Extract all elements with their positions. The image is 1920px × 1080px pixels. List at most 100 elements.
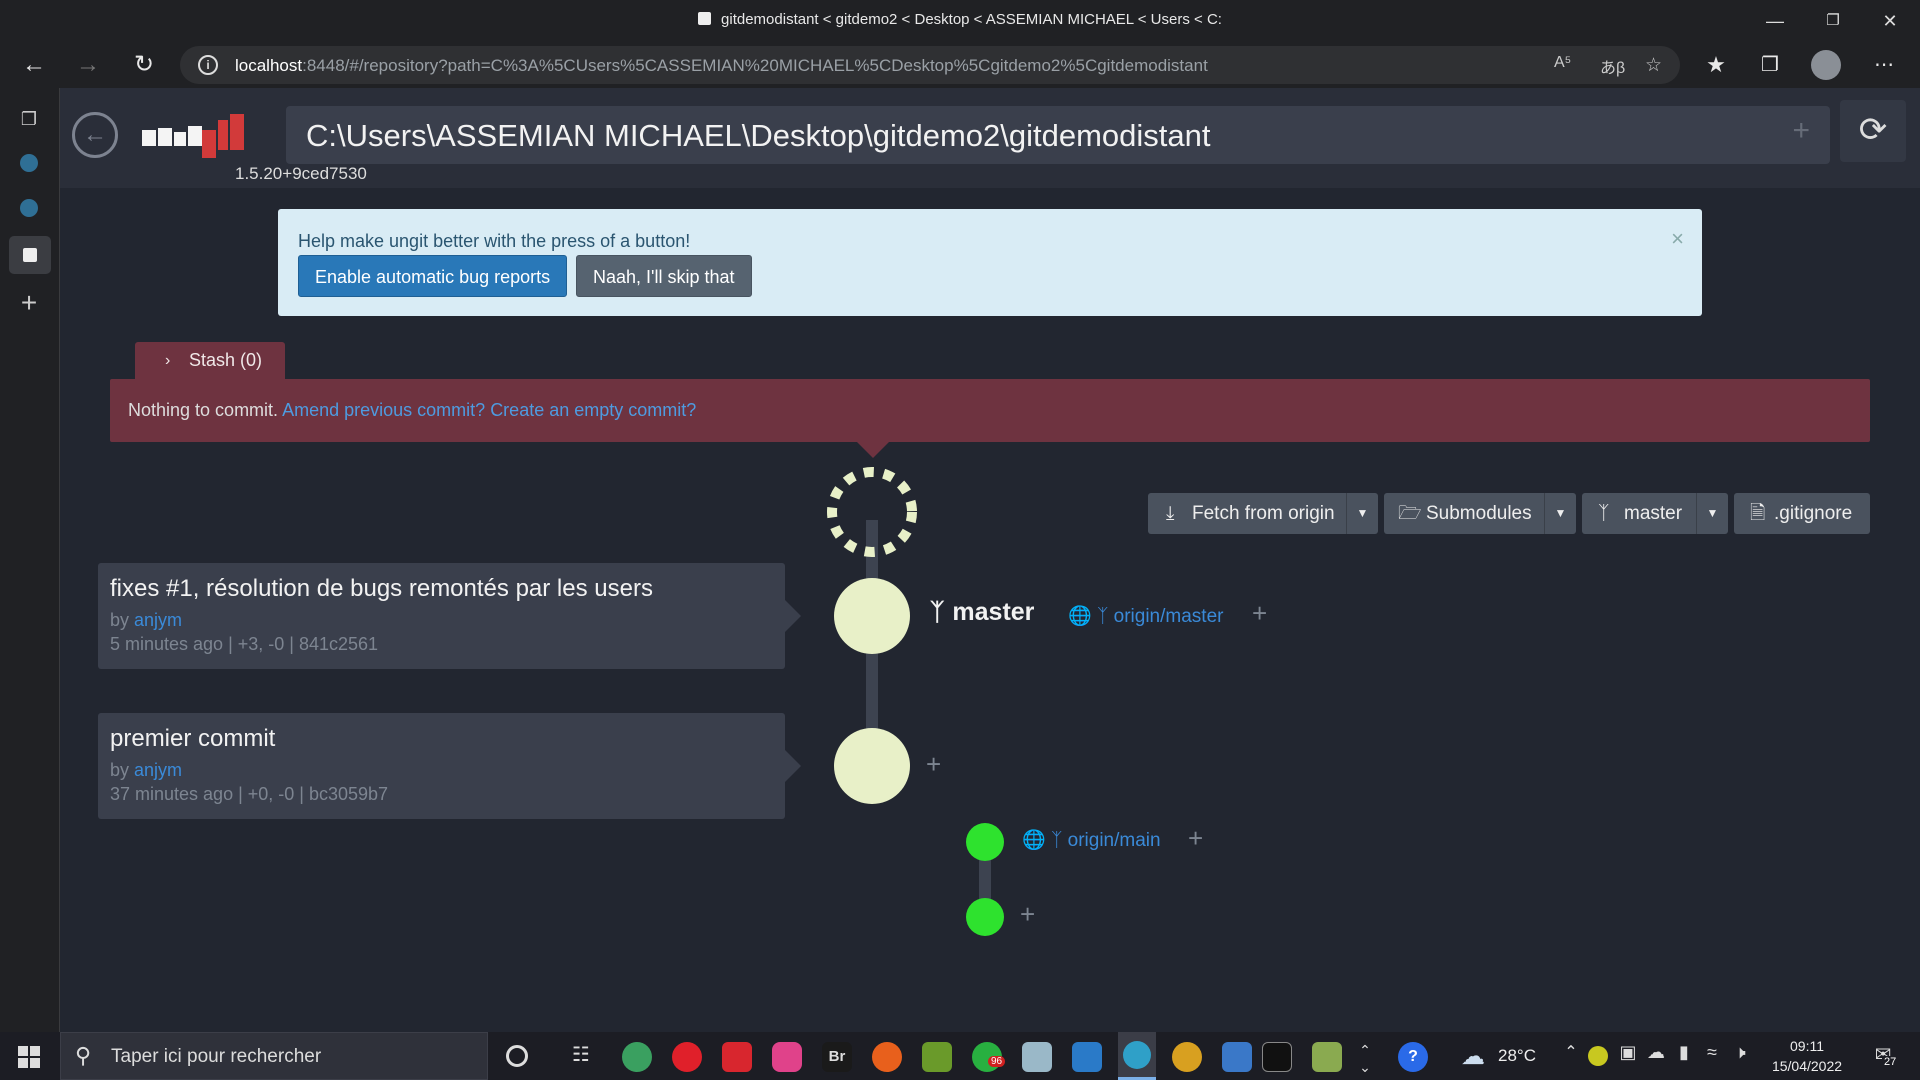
system-clock[interactable]: 09:11 15/04/2022 xyxy=(1762,1036,1852,1076)
fetch-label: Fetch from origin xyxy=(1192,503,1335,524)
branch-icon: ᛉ xyxy=(930,599,945,626)
creative-cloud-icon[interactable] xyxy=(772,1042,802,1072)
commit-card[interactable]: fixes #1, résolution de bugs remontés pa… xyxy=(98,563,801,669)
onedrive-icon[interactable]: ☁ xyxy=(1644,1042,1668,1072)
restore-button[interactable]: ❐ xyxy=(1813,6,1853,36)
commit-author-link[interactable]: anjym xyxy=(134,760,182,780)
local-branch-ref[interactable]: ᛉ master xyxy=(930,598,1034,627)
submodules-dropdown-chevron-icon[interactable]: ▼ xyxy=(1544,493,1576,534)
add-ref-plus-icon[interactable]: + xyxy=(1252,598,1267,629)
favorites-icon[interactable]: ★ xyxy=(1700,50,1732,80)
new-tab-plus-icon[interactable]: + xyxy=(16,289,42,317)
tray-overflow-chevron-icon[interactable]: ⌃ xyxy=(1556,1042,1586,1072)
forward-arrow-icon[interactable]: → xyxy=(72,50,104,80)
browser-toolbar: ← → ↻ i localhost:8448/#/repository?path… xyxy=(0,42,1920,88)
working-tree-node[interactable] xyxy=(827,467,917,557)
remote-commit-node-2[interactable] xyxy=(966,898,1004,936)
add-path-plus-icon[interactable]: + xyxy=(1792,114,1810,148)
add-ref-plus-icon-4[interactable]: + xyxy=(1020,899,1035,930)
commit-node-2[interactable] xyxy=(834,728,910,804)
clock-time: 09:11 xyxy=(1790,1038,1824,1054)
app-blue-icon[interactable] xyxy=(1072,1042,1102,1072)
task-view-icon[interactable]: ☷ xyxy=(566,1042,596,1072)
search-placeholder: Taper ici pour rechercher xyxy=(111,1046,322,1067)
battery-icon[interactable]: ▮ xyxy=(1672,1042,1696,1072)
tab-actions-icon[interactable]: ❐ xyxy=(16,106,42,132)
empty-commit-link[interactable]: Create an empty commit? xyxy=(490,400,696,420)
gitignore-button[interactable]: 🗎 .gitignore xyxy=(1734,493,1870,534)
taskbar-scroll-icon[interactable]: ⌃ ⌄ xyxy=(1356,1042,1374,1075)
minimize-button[interactable]: — xyxy=(1755,6,1795,36)
notification-center-icon[interactable]: ✉ 27 xyxy=(1868,1042,1899,1072)
taskbar-search-box[interactable]: ⚲ Taper ici pour rechercher xyxy=(60,1032,488,1080)
folder-icon: 🗁 xyxy=(1398,503,1422,524)
back-to-home-icon[interactable]: ← xyxy=(72,112,118,158)
fetch-dropdown-chevron-icon[interactable]: ▼ xyxy=(1346,493,1378,534)
commit-card[interactable]: premier commit by anjym 37 minutes ago |… xyxy=(98,713,801,819)
staging-bar: Nothing to commit. Amend previous commit… xyxy=(110,379,1870,442)
download-icon: ⤓ xyxy=(1166,503,1175,524)
tray-app-icon[interactable] xyxy=(1588,1046,1608,1066)
windows-start-icon[interactable] xyxy=(18,1046,40,1068)
weather-temperature[interactable]: 28°C xyxy=(1498,1046,1536,1066)
remote-master-name: origin/master xyxy=(1113,606,1224,627)
translate-icon[interactable]: あβ xyxy=(1600,54,1625,78)
remote-commit-node-1[interactable] xyxy=(966,823,1004,861)
bridge-icon[interactable]: Br xyxy=(822,1042,852,1072)
help-icon[interactable]: ? xyxy=(1398,1042,1428,1072)
opera-icon[interactable] xyxy=(672,1042,702,1072)
tab-page-icon xyxy=(698,12,712,25)
remote-main-ref[interactable]: 🌐 ᛉ origin/main xyxy=(1022,828,1161,852)
banner-close-icon[interactable]: × xyxy=(1671,228,1684,250)
commit-title: fixes #1, résolution de bugs remontés pa… xyxy=(110,575,653,602)
chatgpt-app-icon[interactable] xyxy=(622,1042,652,1072)
commit-author-link[interactable]: anjym xyxy=(134,610,182,630)
app-red-icon[interactable] xyxy=(722,1042,752,1072)
nothing-to-commit-text: Nothing to commit. xyxy=(128,400,279,420)
enable-bug-reports-button[interactable]: Enable automatic bug reports xyxy=(298,255,568,297)
stash-toggle[interactable]: › Stash (0) xyxy=(135,342,285,379)
branch-dropdown-chevron-icon[interactable]: ▼ xyxy=(1696,493,1728,534)
commit-node-1[interactable] xyxy=(834,578,910,654)
terminal-icon[interactable] xyxy=(1262,1042,1292,1072)
wifi-icon[interactable]: ≈ xyxy=(1700,1042,1724,1072)
edge-taskbar-icon[interactable] xyxy=(1118,1032,1156,1080)
tab-edge-icon[interactable] xyxy=(16,150,42,176)
app-image-icon[interactable] xyxy=(1312,1042,1342,1072)
app-green-icon[interactable] xyxy=(922,1042,952,1072)
edge-glyph xyxy=(1123,1041,1151,1069)
amend-commit-link[interactable]: Amend previous commit? xyxy=(282,400,485,420)
branch-button[interactable]: ᛉ master ▼ xyxy=(1582,493,1728,534)
more-menu-icon[interactable]: ⋯ xyxy=(1868,50,1900,80)
refresh-icon[interactable]: ⟳ xyxy=(1840,100,1906,162)
profile-avatar[interactable] xyxy=(1810,50,1842,80)
submodules-button[interactable]: 🗁 Submodules ▼ xyxy=(1384,493,1576,534)
add-ref-plus-icon-3[interactable]: + xyxy=(1188,823,1203,854)
reload-icon[interactable]: ↻ xyxy=(128,50,160,80)
commit-by-label: by xyxy=(110,610,130,630)
remote-master-ref[interactable]: 🌐 ᛉ origin/master xyxy=(1068,604,1223,628)
skip-bug-reports-button[interactable]: Naah, I'll skip that xyxy=(576,255,752,297)
tab-ungit-active[interactable] xyxy=(9,236,51,274)
add-favorite-icon[interactable]: ☆ xyxy=(1645,54,1662,77)
url-path: :8448/#/repository?path=C%3A%5CUsers%5CA… xyxy=(302,56,1208,75)
photos-icon[interactable] xyxy=(1222,1042,1252,1072)
read-aloud-icon[interactable]: A⁵ xyxy=(1554,54,1571,72)
address-bar[interactable]: i localhost:8448/#/repository?path=C%3A%… xyxy=(180,46,1680,84)
fetch-button[interactable]: ⤓ Fetch from origin ▼ xyxy=(1148,493,1378,534)
back-arrow-icon[interactable]: ← xyxy=(18,50,50,80)
add-ref-plus-icon-2[interactable]: + xyxy=(926,749,941,780)
chrome-icon[interactable] xyxy=(1172,1042,1202,1072)
volume-icon[interactable]: 🕨 xyxy=(1728,1042,1752,1072)
whatsapp-icon[interactable]: 96 xyxy=(972,1042,1006,1072)
collections-icon[interactable]: ❐ xyxy=(1754,50,1786,80)
firefox-icon[interactable] xyxy=(872,1042,902,1072)
close-window-button[interactable]: ✕ xyxy=(1870,6,1910,36)
tray-device-icon[interactable]: ▣ xyxy=(1616,1042,1640,1072)
tab-edge-icon-2[interactable] xyxy=(16,195,42,221)
repository-path-bar[interactable]: C:\Users\ASSEMIAN MICHAEL\Desktop\gitdem… xyxy=(286,106,1830,164)
site-info-icon[interactable]: i xyxy=(198,55,218,75)
cortana-icon[interactable] xyxy=(506,1045,528,1067)
weather-cloud-icon[interactable]: ☁ xyxy=(1458,1042,1488,1072)
app-light-icon[interactable] xyxy=(1022,1042,1052,1072)
